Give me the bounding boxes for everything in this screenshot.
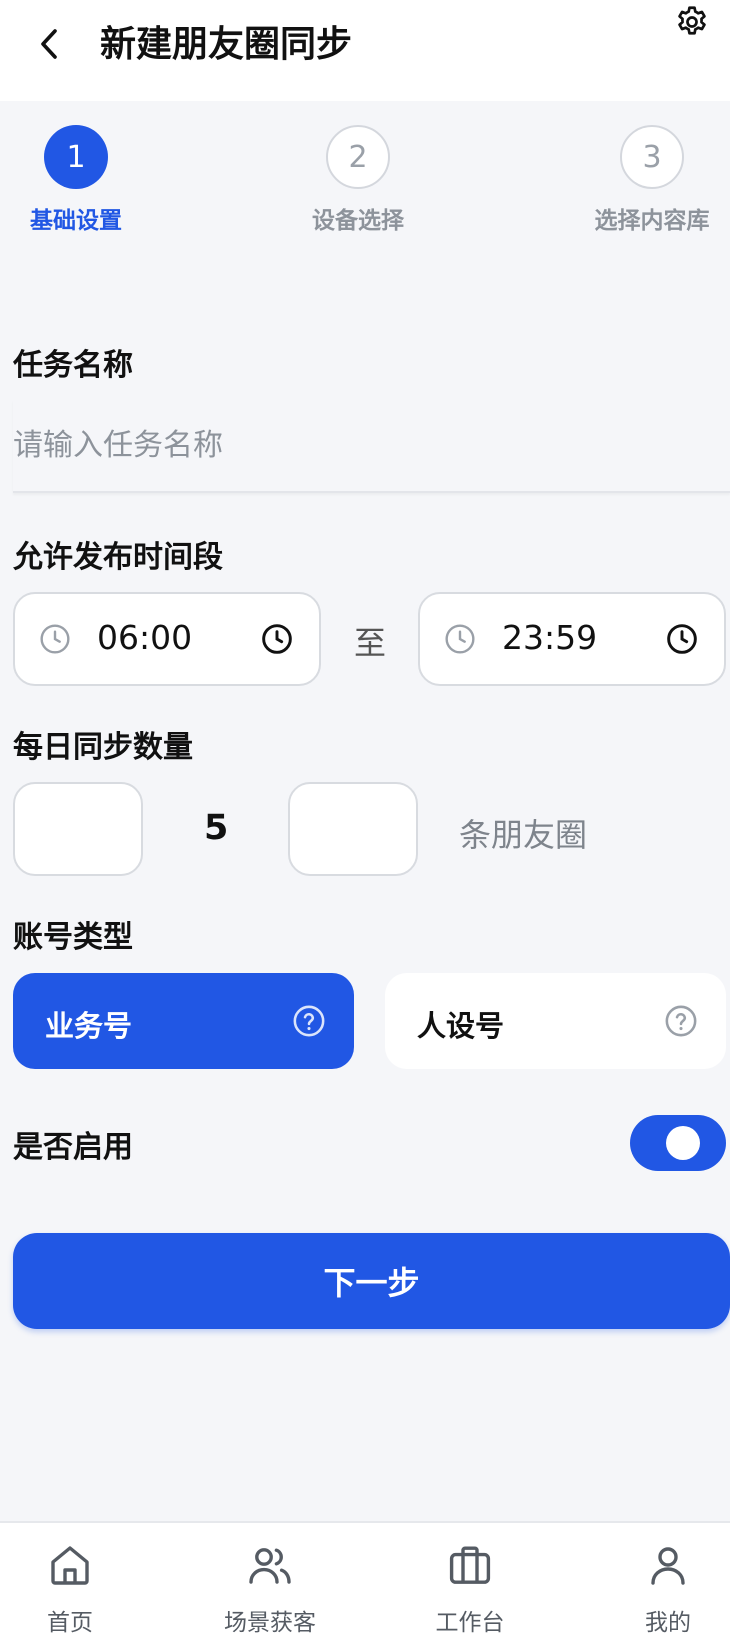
- nav-label-workbench: 工作台: [435, 1610, 505, 1636]
- users-icon: [249, 1548, 291, 1584]
- enabled-label: 是否启用: [13, 1130, 133, 1165]
- next-button[interactable]: 下一步: [13, 1233, 730, 1329]
- start-time-value: 06:00: [97, 618, 193, 657]
- end-time-picker[interactable]: 23:59: [418, 592, 726, 686]
- briefcase-icon: [449, 1546, 491, 1584]
- nav-item-scene[interactable]: 场景获客: [214, 1541, 326, 1637]
- account-type-business[interactable]: 业务号: [13, 973, 354, 1069]
- clock-icon[interactable]: [666, 623, 698, 655]
- daily-count-label: 每日同步数量: [13, 730, 193, 765]
- step-2-circle: 2: [326, 125, 390, 189]
- increment-button[interactable]: [288, 782, 418, 876]
- home-icon: [51, 1546, 89, 1585]
- account-type-business-label: 业务号: [45, 1009, 133, 1043]
- help-icon[interactable]: [664, 1004, 698, 1038]
- clock-icon: [445, 624, 475, 654]
- chevron-left-icon: [41, 29, 57, 59]
- bottom-nav: 首页 场景获客 工作台 我的: [0, 1521, 730, 1646]
- clock-icon[interactable]: [261, 623, 293, 655]
- start-time-picker[interactable]: 06:00: [13, 592, 321, 686]
- clock-icon: [40, 624, 70, 654]
- time-range-label: 允许发布时间段: [13, 540, 223, 575]
- end-time-value: 23:59: [502, 618, 598, 657]
- user-icon: [651, 1547, 685, 1585]
- step-1: 1 基础设置: [16, 125, 136, 235]
- account-type-persona-label: 人设号: [417, 1009, 505, 1043]
- time-separator: 至: [354, 624, 387, 662]
- gear-icon: [678, 6, 706, 35]
- toggle-knob: [666, 1126, 700, 1160]
- step-1-label: 基础设置: [30, 208, 122, 234]
- page-title: 新建朋友圈同步: [100, 24, 353, 65]
- account-type-label: 账号类型: [13, 920, 133, 955]
- app-header: 新建朋友圈同步: [0, 0, 730, 101]
- nav-label-profile: 我的: [645, 1610, 691, 1636]
- nav-label-home: 首页: [47, 1610, 93, 1636]
- step-2: 2 设备选择: [298, 125, 418, 235]
- daily-count-unit: 条朋友圈: [459, 816, 588, 854]
- step-3-label: 选择内容库: [594, 208, 710, 234]
- help-icon[interactable]: [292, 1004, 326, 1038]
- back-button[interactable]: [30, 24, 70, 64]
- account-type-persona[interactable]: 人设号: [385, 973, 726, 1069]
- nav-item-profile[interactable]: 我的: [632, 1541, 704, 1637]
- enabled-toggle[interactable]: [630, 1115, 726, 1171]
- step-3-circle: 3: [620, 125, 684, 189]
- step-1-circle: 1: [44, 125, 108, 189]
- decrement-button[interactable]: [13, 782, 143, 876]
- page: 新建朋友圈同步 1 基础设置 2 设备选择 3 选择内容库 任务名称 允许发布时…: [0, 0, 730, 1646]
- settings-button[interactable]: [672, 2, 712, 42]
- nav-item-home[interactable]: 首页: [34, 1541, 106, 1637]
- step-3: 3 选择内容库: [582, 125, 722, 235]
- task-name-input[interactable]: [13, 400, 730, 493]
- step-2-label: 设备选择: [312, 208, 404, 234]
- daily-count-value: 5: [204, 808, 229, 848]
- nav-label-scene: 场景获客: [224, 1610, 316, 1636]
- task-name-label: 任务名称: [13, 348, 133, 383]
- nav-item-workbench[interactable]: 工作台: [428, 1541, 512, 1637]
